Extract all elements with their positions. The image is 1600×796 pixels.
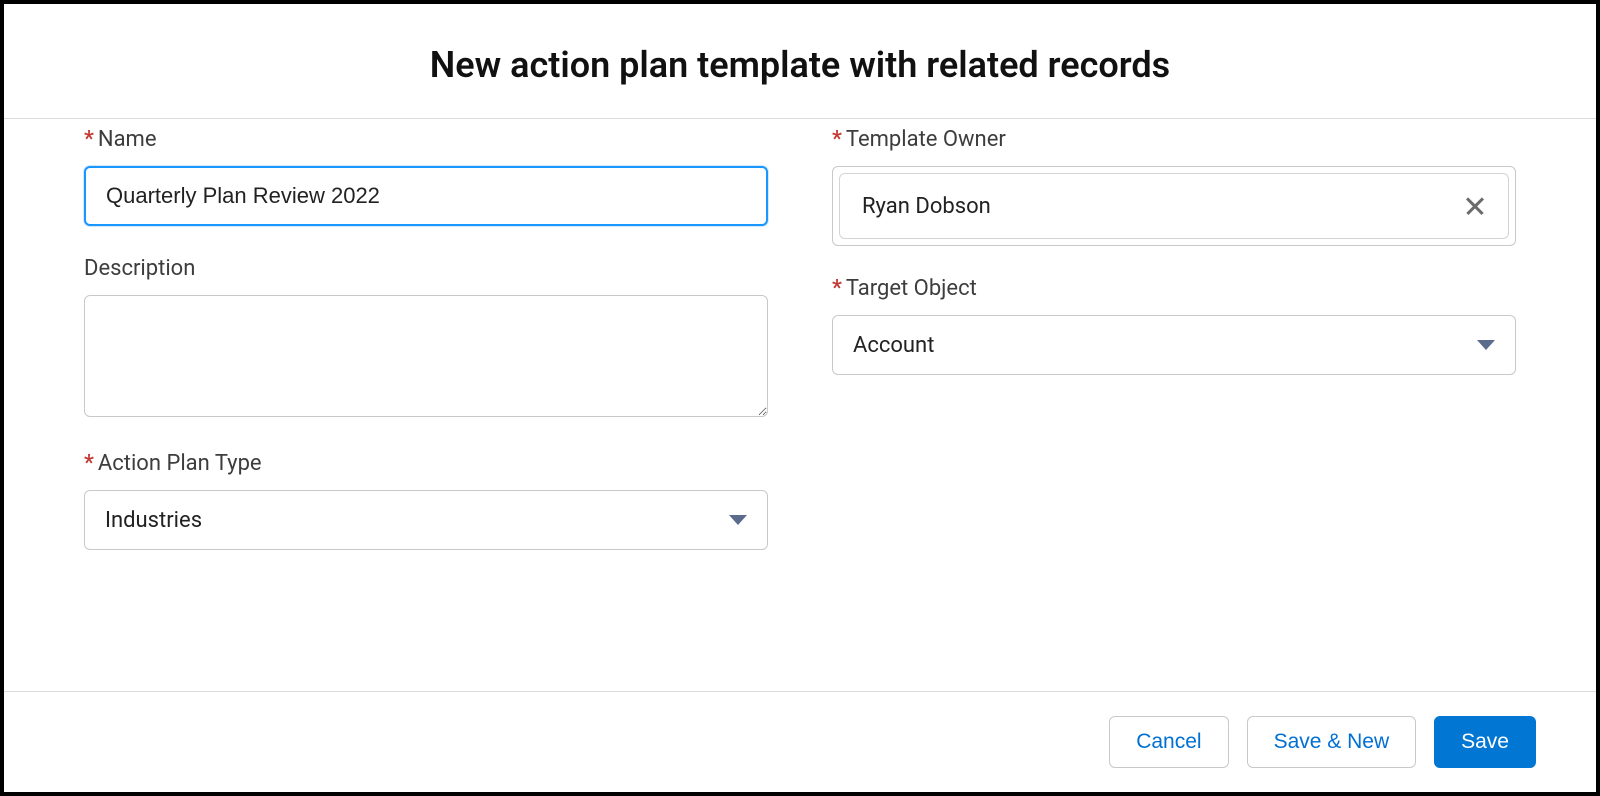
template-owner-value: Ryan Dobson <box>862 194 991 219</box>
description-textarea[interactable] <box>84 295 768 417</box>
save-button[interactable]: Save <box>1434 716 1536 768</box>
modal-title: New action plan template with related re… <box>24 44 1576 86</box>
name-field: *Name <box>84 127 768 226</box>
action-plan-type-label-text: Action Plan Type <box>98 451 262 476</box>
save-and-new-button[interactable]: Save & New <box>1247 716 1417 768</box>
template-owner-label: *Template Owner <box>832 127 1516 152</box>
description-label: Description <box>84 256 768 281</box>
required-marker: * <box>84 127 94 152</box>
required-marker: * <box>832 127 842 152</box>
action-plan-type-field: *Action Plan Type Industries <box>84 451 768 550</box>
name-label-text: Name <box>98 127 157 152</box>
template-owner-label-text: Template Owner <box>846 127 1006 152</box>
name-label: *Name <box>84 127 768 152</box>
cancel-button[interactable]: Cancel <box>1109 716 1228 768</box>
chevron-down-icon <box>729 515 747 525</box>
action-plan-type-value: Industries <box>105 508 202 533</box>
chevron-down-icon <box>1477 340 1495 350</box>
new-action-plan-template-modal: New action plan template with related re… <box>0 0 1600 796</box>
target-object-label-text: Target Object <box>846 276 977 301</box>
right-column: *Template Owner Ryan Dobson *Target Obje… <box>832 127 1516 671</box>
target-object-field: *Target Object Account <box>832 276 1516 375</box>
template-owner-lookup[interactable]: Ryan Dobson <box>832 166 1516 246</box>
modal-footer: Cancel Save & New Save <box>4 692 1596 792</box>
modal-header: New action plan template with related re… <box>4 4 1596 118</box>
template-owner-field: *Template Owner Ryan Dobson <box>832 127 1516 246</box>
required-marker: * <box>832 276 842 301</box>
action-plan-type-select[interactable]: Industries <box>84 490 768 550</box>
target-object-select[interactable]: Account <box>832 315 1516 375</box>
description-label-text: Description <box>84 256 195 281</box>
description-field: Description <box>84 256 768 421</box>
close-icon[interactable] <box>1464 195 1486 217</box>
modal-body: *Name Description *Action Plan Type Indu… <box>4 119 1596 691</box>
template-owner-pill: Ryan Dobson <box>839 173 1509 239</box>
name-input[interactable] <box>84 166 768 226</box>
target-object-value: Account <box>853 333 934 358</box>
action-plan-type-label: *Action Plan Type <box>84 451 768 476</box>
required-marker: * <box>84 451 94 476</box>
left-column: *Name Description *Action Plan Type Indu… <box>84 127 768 671</box>
target-object-label: *Target Object <box>832 276 1516 301</box>
